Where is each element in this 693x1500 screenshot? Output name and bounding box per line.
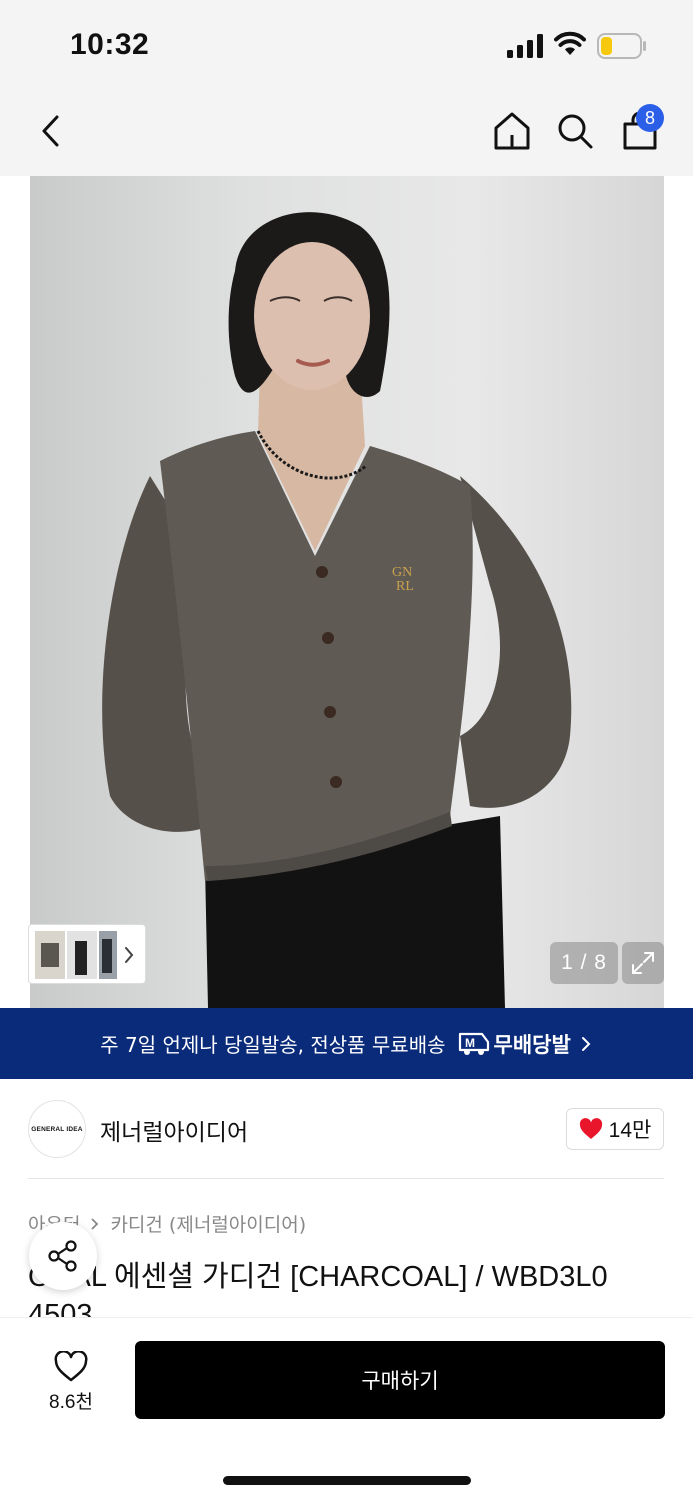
- wishlist-count: 8.6천: [49, 1391, 93, 1413]
- back-button[interactable]: [25, 106, 75, 156]
- product-title: ORAL 에센셜 가디건 [CHARCOAL] / WBD3L0 4503: [28, 1258, 678, 1318]
- heart-outline-icon: [54, 1350, 88, 1381]
- banner-text: 주 7일 언제나 당일발송, 전상품 무료배송: [100, 1033, 446, 1057]
- product-title-line2: 4503: [28, 1299, 93, 1318]
- thumbnail-images: [35, 931, 134, 979]
- breadcrumb-subcategory[interactable]: 카디건 (제너럴아이디어): [110, 1210, 306, 1237]
- thumbnail-strip[interactable]: [28, 924, 146, 984]
- battery-icon: [597, 33, 646, 59]
- brand-logo-text: GENERAL IDEA: [31, 1125, 83, 1133]
- home-indicator: [223, 1476, 471, 1485]
- cart-count-badge: 8: [636, 104, 664, 132]
- product-title-line1: ORAL 에센셜 가디건 [CHARCOAL] / WBD3L0: [28, 1261, 608, 1293]
- fullscreen-button[interactable]: [622, 942, 664, 984]
- banner-logo: M 무배당발: [458, 1029, 571, 1059]
- image-counter: 1 / 8: [550, 942, 618, 984]
- svg-text:RL: RL: [396, 579, 414, 594]
- share-icon: [48, 1240, 77, 1272]
- signal-icon: [507, 34, 543, 58]
- nav-bar: [0, 92, 693, 172]
- model-photo: GN RL: [30, 176, 664, 1008]
- brand-row: GENERAL IDEA 제너럴아이디어 14만: [0, 1079, 693, 1179]
- brand-like-button[interactable]: 14만: [566, 1108, 664, 1150]
- shipping-banner[interactable]: 주 7일 언제나 당일발송, 전상품 무료배송 M 무배당발: [0, 1008, 693, 1079]
- status-time: 10:32: [70, 28, 150, 61]
- chevron-right-icon: [91, 1217, 99, 1230]
- share-button[interactable]: [29, 1222, 97, 1290]
- bottom-action-bar: 8.6천 구매하기: [0, 1317, 693, 1500]
- divider: [28, 1178, 664, 1179]
- wishlist-button[interactable]: 8.6천: [30, 1342, 112, 1422]
- svg-text:M: M: [465, 1036, 475, 1050]
- wifi-icon: [554, 31, 586, 55]
- expand-icon: [632, 952, 654, 974]
- heart-filled-icon: [579, 1118, 602, 1139]
- m-truck-icon: M: [458, 1032, 489, 1055]
- search-button[interactable]: [550, 106, 600, 156]
- product-image[interactable]: GN RL: [30, 176, 664, 1008]
- brand-logo[interactable]: GENERAL IDEA: [28, 1100, 86, 1158]
- search-icon: [558, 114, 593, 149]
- chevron-left-icon: [42, 115, 59, 147]
- home-button[interactable]: [487, 106, 537, 156]
- brand-name[interactable]: 제너럴아이디어: [100, 1113, 248, 1147]
- buy-button[interactable]: 구매하기: [135, 1341, 665, 1419]
- chevron-right-icon: [125, 947, 134, 963]
- home-icon: [494, 112, 530, 150]
- brand-like-count: 14만: [608, 1119, 652, 1142]
- chevron-right-icon: [581, 1036, 591, 1051]
- svg-text:GN: GN: [392, 565, 412, 580]
- status-bar: 10:32: [0, 0, 693, 90]
- banner-logo-text: 무배당발: [493, 1032, 571, 1057]
